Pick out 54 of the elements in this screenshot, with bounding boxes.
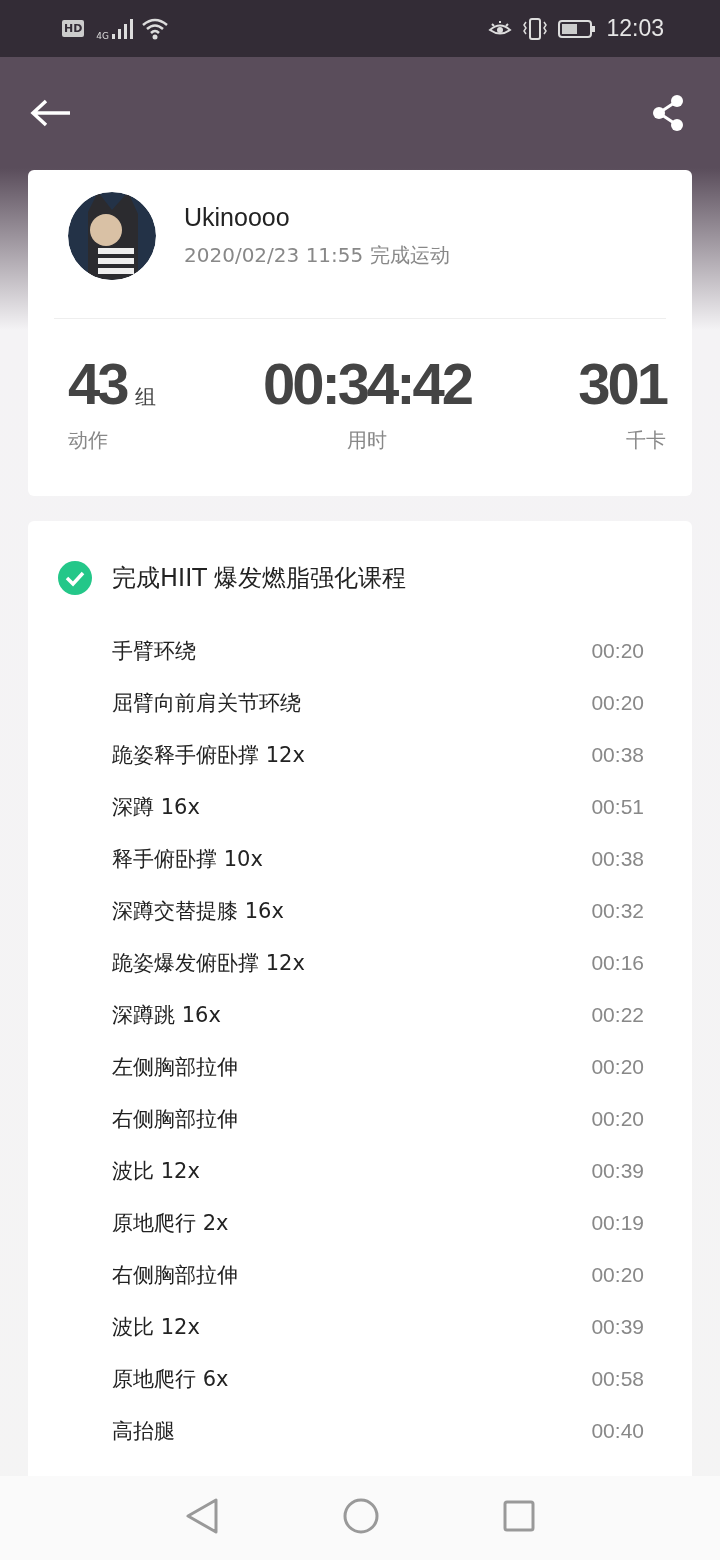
stat-value: 43	[68, 355, 127, 413]
exercise-name: 释手俯卧撑 10x	[112, 846, 263, 873]
course-title: 完成HIIT 爆发燃脂强化课程	[112, 563, 407, 594]
exercise-duration: 00:16	[591, 951, 644, 975]
exercise-duration: 00:20	[591, 1107, 644, 1131]
exercise-duration: 00:39	[591, 1159, 644, 1183]
stat-value: 301	[578, 355, 666, 413]
exercise-name: 右侧胸部拉伸	[112, 1262, 238, 1289]
exercise-duration: 00:20	[591, 1263, 644, 1287]
wifi-icon	[141, 17, 170, 40]
exercise-duration: 00:20	[591, 1055, 644, 1079]
exercise-name: 波比 12x	[112, 1314, 200, 1341]
exercise-duration: 00:39	[591, 1315, 644, 1339]
exercise-duration: 00:19	[591, 1211, 644, 1235]
exercise-name: 跪姿释手俯卧撑 12x	[112, 742, 305, 769]
hd-indicator: HD	[62, 20, 85, 37]
exercise-duration: 00:20	[591, 691, 644, 715]
exercise-name: 手臂环绕	[112, 638, 196, 665]
exercise-name: 深蹲跳 16x	[112, 1002, 221, 1029]
clock: 12:03	[606, 15, 664, 42]
recents-icon[interactable]	[503, 1500, 535, 1532]
signal-icon	[111, 17, 136, 40]
back-icon[interactable]	[185, 1497, 219, 1535]
exercise-name: 右侧胸部拉伸	[112, 1106, 238, 1133]
stat-value: 00:34:42	[262, 355, 472, 413]
exercise-duration: 00:40	[591, 1419, 644, 1443]
exercise-name: 原地爬行 6x	[112, 1366, 229, 1393]
exercise-name: 波比 12x	[112, 1158, 200, 1185]
exercise-name: 屈臂向前肩关节环绕	[112, 690, 301, 717]
exercise-name: 原地爬行 2x	[112, 1210, 229, 1237]
stat-unit: 组	[134, 384, 156, 411]
network-type: 4G	[96, 30, 110, 41]
stat-label: 动作	[68, 427, 108, 454]
exercise-duration: 00:32	[591, 899, 644, 923]
exercise-duration: 00:20	[591, 639, 644, 663]
exercise-name: 左侧胸部拉伸	[112, 1054, 238, 1081]
exercise-duration: 00:22	[591, 1003, 644, 1027]
user-name: Ukinoooo	[184, 203, 291, 232]
battery-icon	[558, 18, 597, 39]
exercise-duration: 00:38	[591, 847, 644, 871]
exercise-name: 深蹲 16x	[112, 794, 200, 821]
exercise-name: 高抬腿	[112, 1418, 175, 1445]
share-icon[interactable]	[650, 93, 686, 132]
vibrate-icon	[522, 17, 549, 40]
exercise-duration: 00:51	[591, 795, 644, 819]
home-icon[interactable]	[343, 1498, 379, 1534]
exercise-name: 深蹲交替提膝 16x	[112, 898, 284, 925]
back-arrow-icon[interactable]	[30, 98, 72, 127]
completion-time: 2020/02/23 11:55 完成运动	[184, 242, 450, 269]
stat-label: 用时	[347, 427, 387, 454]
exercise-duration: 00:58	[591, 1367, 644, 1391]
stat-label: 千卡	[626, 427, 666, 454]
exercise-duration: 00:38	[591, 743, 644, 767]
exercise-name: 跪姿爆发俯卧撑 12x	[112, 950, 305, 977]
